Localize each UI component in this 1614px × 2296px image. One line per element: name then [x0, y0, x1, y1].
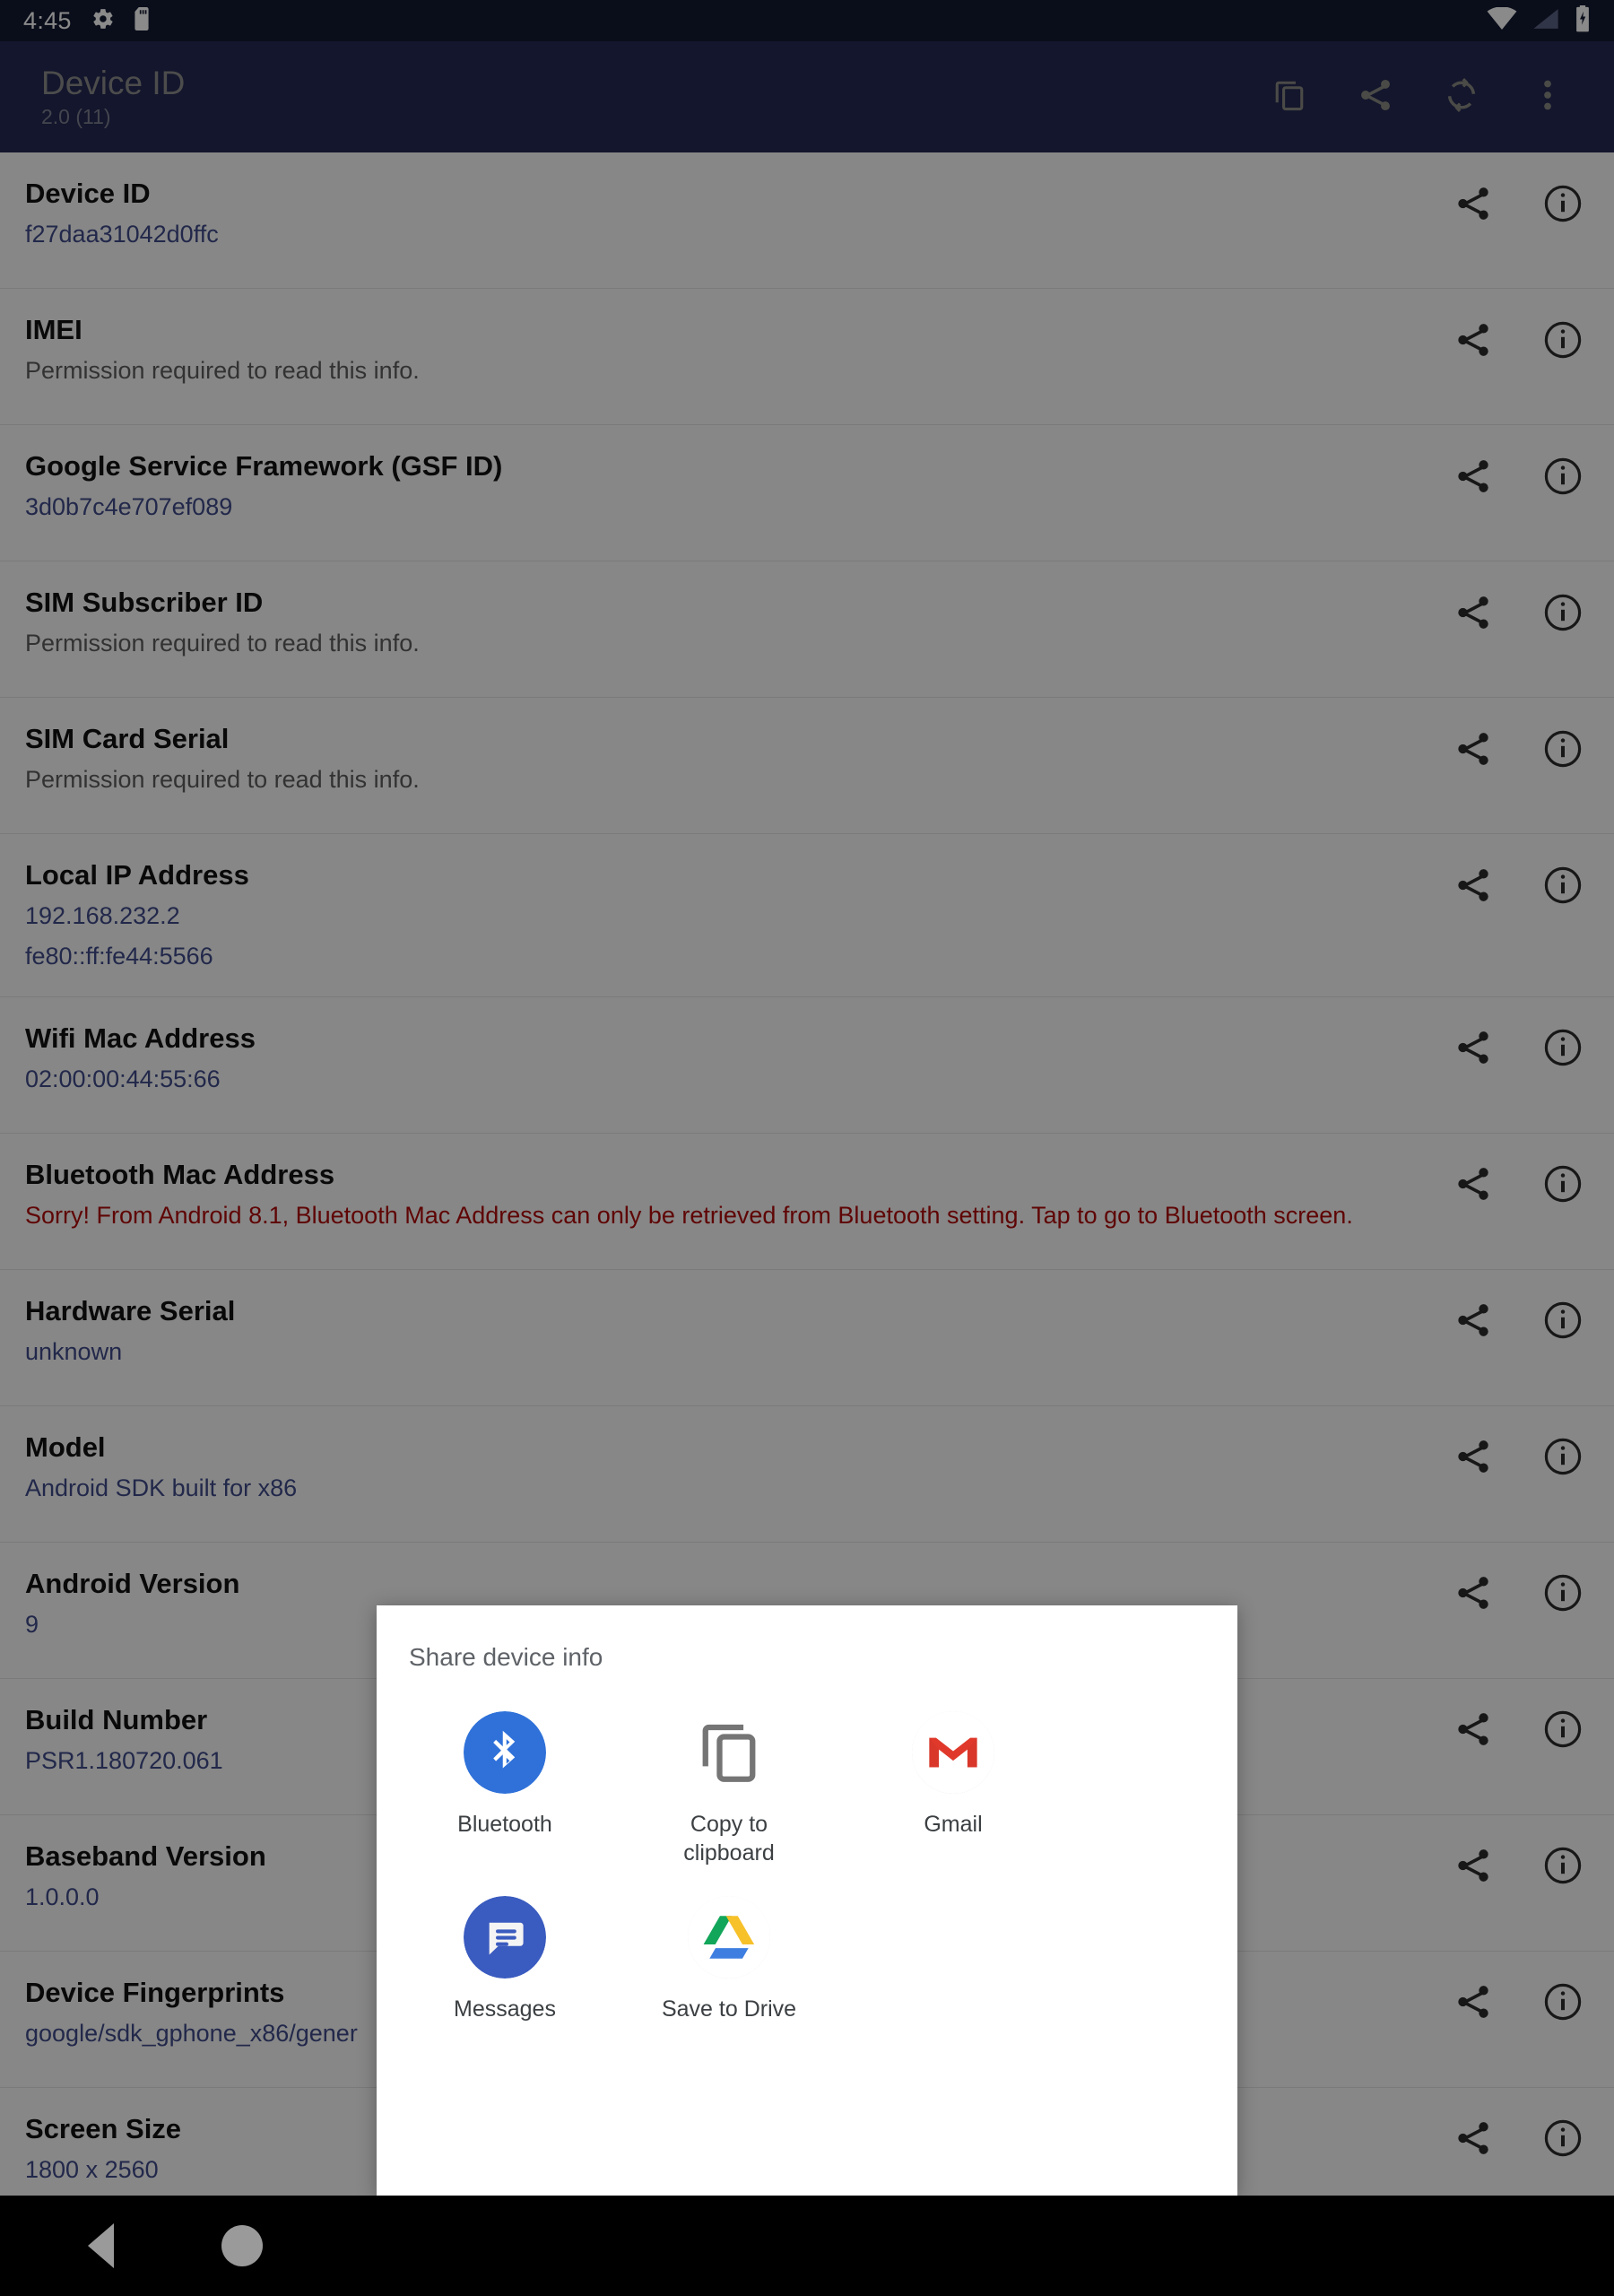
navigation-bar: [0, 2196, 1614, 2296]
share-target-save-to-drive[interactable]: Save to Drive: [617, 1876, 841, 2032]
share-target-bluetooth[interactable]: Bluetooth: [393, 1692, 617, 1876]
share-target-label: Gmail: [924, 1812, 983, 1837]
home-circle-icon: [221, 2225, 263, 2266]
share-target-messages[interactable]: Messages: [393, 1876, 617, 2032]
share-target-grid[interactable]: Bluetooth Copy to clipboard Gmail Messages S…: [377, 1672, 1237, 2032]
share-target-gmail[interactable]: Gmail: [841, 1692, 1065, 1876]
copy-to-clipboard-icon: [688, 1711, 770, 1794]
share-target-label: Save to Drive: [661, 1996, 797, 2022]
google-drive-icon: [688, 1896, 770, 1979]
gmail-icon: [912, 1711, 994, 1794]
nav-back-button[interactable]: [75, 2221, 126, 2271]
bluetooth-icon: [464, 1711, 546, 1794]
share-target-copy-to-clipboard[interactable]: Copy to clipboard: [617, 1692, 841, 1876]
back-triangle-icon: [87, 2223, 114, 2268]
share-target-label: Copy to clipboard: [683, 1812, 775, 1866]
share-target-label: Messages: [454, 1996, 556, 2022]
share-target-label: Bluetooth: [457, 1812, 552, 1837]
share-dialog: Share device info Bluetooth Copy to clipb…: [377, 1605, 1237, 2196]
messages-icon: [464, 1896, 546, 1979]
nav-home-button[interactable]: [217, 2221, 267, 2271]
share-dialog-title: Share device info: [409, 1643, 603, 1671]
